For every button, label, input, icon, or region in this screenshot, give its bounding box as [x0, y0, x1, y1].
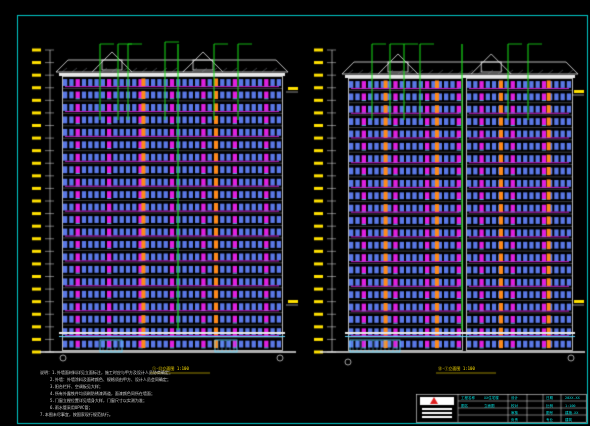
tb-cell: 建施-XX: [565, 411, 579, 415]
note-line: 3.阳台栏杆、空调板见大样；: [50, 384, 103, 389]
cad-drawing-canvas: [0, 0, 590, 426]
note-line: 4.所有外露铁件均须刷防锈漆两道，面漆颜色同所在墙面；: [50, 391, 155, 396]
tb-cell: 负责: [511, 418, 518, 422]
tb-cell: 建筑: [565, 418, 572, 422]
tb-cell: 校对: [511, 404, 518, 408]
tb-cell: 设计: [511, 396, 518, 400]
note-line: 5.门窗立樘位置详见墙身大样，门窗尺寸以实测为准；: [50, 398, 147, 403]
note-line: 7.本图未尽事宜，按国家现行规范执行。: [40, 412, 113, 417]
tb-cell: XX住宅楼: [484, 396, 499, 400]
tb-cell: 图号: [546, 411, 553, 415]
tb-cell: 工程名称: [461, 396, 475, 400]
tb-cell: 20XX.XX: [565, 396, 580, 400]
tb-cell: 1:100: [565, 404, 576, 408]
note-line: 6.雨水管采用UPVC管；: [50, 405, 93, 410]
right-elevation-caption: ⑬-①立面图 1:100: [438, 366, 475, 371]
tb-cell: 日期: [546, 396, 553, 400]
note-line: 2.外墙：外墙涂料及面砖颜色、规格须由甲方、设计人员会同确定；: [50, 377, 171, 382]
tb-cell: 专业: [546, 418, 553, 422]
tb-cell: 图名: [461, 404, 468, 408]
note-line: 说明：1.外墙面材料详见立面标注，施工时应与甲方及设计人员协商确定；: [40, 370, 173, 375]
tb-cell: 审核: [511, 411, 518, 415]
tb-cell: 立面图: [484, 404, 495, 408]
tb-cell: 比例: [546, 404, 553, 408]
